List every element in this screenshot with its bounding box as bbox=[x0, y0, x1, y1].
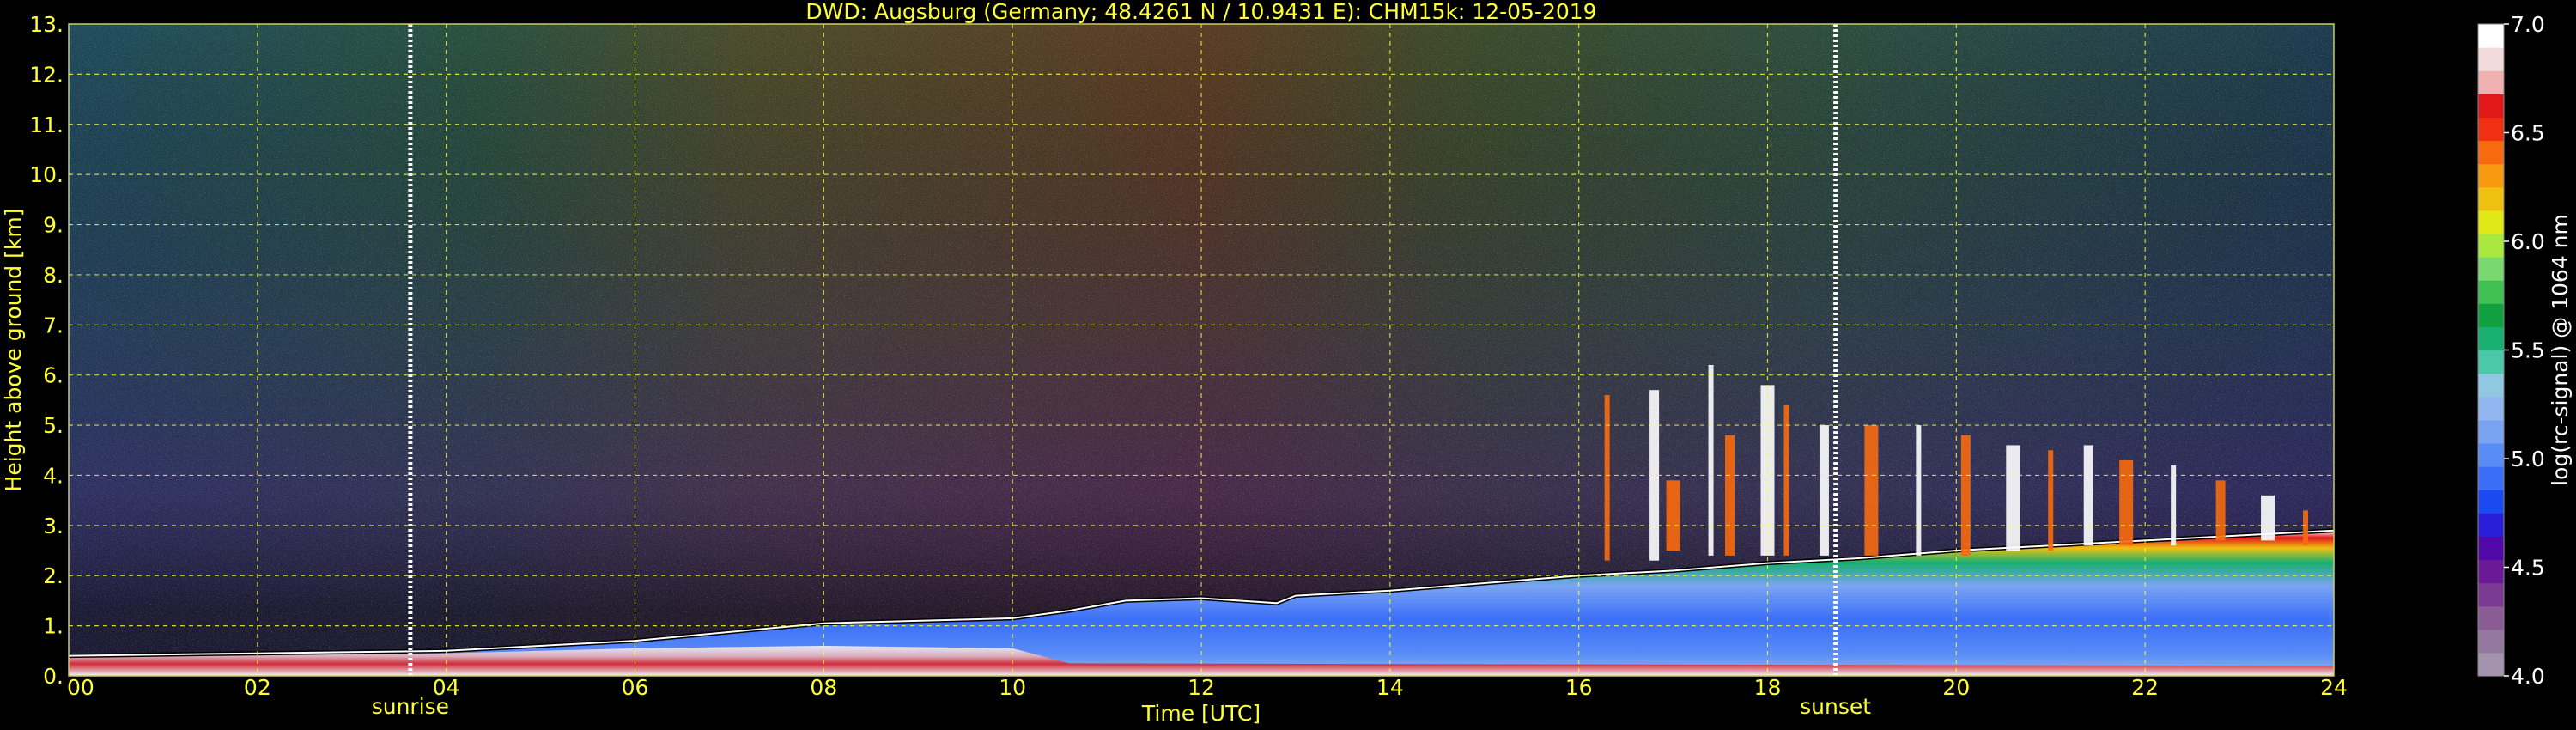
x-tick-label: 02 bbox=[244, 675, 271, 700]
cloud-streak bbox=[1916, 425, 1922, 556]
colorbar-swatch bbox=[2478, 326, 2504, 351]
y-tick-label: 0. bbox=[43, 664, 64, 689]
colorbar-swatch bbox=[2478, 233, 2504, 258]
x-tick-label: 00 bbox=[67, 675, 94, 700]
colorbar-ticks: 4.0 4.5 5.0 5.5 6.0 6.5 7.0 bbox=[2504, 12, 2545, 689]
cloud-streak bbox=[2171, 465, 2177, 546]
colorbar-swatch bbox=[2478, 629, 2504, 654]
colorbar-tick-label: 5.5 bbox=[2511, 338, 2545, 363]
x-tick-label: 20 bbox=[1942, 675, 1970, 700]
y-tick-label: 5. bbox=[43, 413, 64, 438]
chart-title: DWD: Augsburg (Germany; 48.4261 N / 10.9… bbox=[805, 0, 1596, 24]
cloud-streak bbox=[1604, 395, 1610, 561]
colorbar-tick-label: 4.0 bbox=[2511, 664, 2545, 689]
colorbar-tick-label: 6.5 bbox=[2511, 121, 2545, 146]
y-tick-label: 4. bbox=[43, 463, 64, 488]
y-tick-label: 13. bbox=[29, 12, 64, 37]
sun-event-labels: sunrise sunset bbox=[372, 694, 1872, 719]
colorbar-swatch bbox=[2478, 280, 2504, 304]
event-label: sunrise bbox=[372, 694, 449, 719]
event-label: sunset bbox=[1800, 694, 1871, 719]
cloud-streak bbox=[2215, 480, 2226, 541]
colorbar-label: log(rc-signal) @ 1064 nm bbox=[2548, 214, 2573, 486]
cloud-streak bbox=[1783, 405, 1789, 556]
cloud-streak bbox=[2119, 459, 2134, 546]
colorbar-swatch bbox=[2478, 70, 2504, 94]
colorbar-swatch bbox=[2478, 257, 2504, 281]
colorbar-swatch bbox=[2478, 47, 2504, 71]
y-tick-label: 3. bbox=[43, 514, 64, 538]
cloud-streak bbox=[1864, 425, 1879, 556]
colorbar-swatch bbox=[2478, 442, 2504, 467]
x-tick-label: 14 bbox=[1376, 675, 1404, 700]
colorbar-tick-label: 6.0 bbox=[2511, 229, 2545, 254]
x-tick-label: 08 bbox=[810, 675, 837, 700]
colorbar-swatch bbox=[2478, 350, 2504, 374]
colorbar-swatch bbox=[2478, 163, 2504, 188]
colorbar-swatch bbox=[2478, 490, 2504, 514]
colorbar-swatch bbox=[2478, 24, 2504, 48]
colorbar-swatch bbox=[2478, 652, 2504, 677]
cloud-streak bbox=[1960, 435, 1971, 556]
x-tick-label: 12 bbox=[1188, 675, 1215, 700]
colorbar-swatch bbox=[2478, 303, 2504, 327]
y-tick-label: 9. bbox=[43, 213, 64, 238]
cloud-streak bbox=[1666, 480, 1680, 551]
colorbar-swatch bbox=[2478, 373, 2504, 398]
colorbar-tick-label: 4.5 bbox=[2511, 556, 2545, 581]
y-tick-label: 8. bbox=[43, 263, 64, 288]
colorbar-swatch bbox=[2478, 513, 2504, 537]
y-tick-label: 1. bbox=[43, 614, 64, 639]
colorbar-swatch bbox=[2478, 582, 2504, 607]
y-axis-label: Height above ground [km] bbox=[1, 209, 26, 492]
colorbar-swatch bbox=[2478, 419, 2504, 444]
cloud-streak bbox=[2261, 495, 2275, 541]
x-tick-label: 18 bbox=[1754, 675, 1782, 700]
y-tick-label: 7. bbox=[43, 313, 64, 338]
colorbar-swatch bbox=[2478, 559, 2504, 584]
cloud-streak bbox=[2006, 445, 2020, 551]
y-tick-label: 2. bbox=[43, 563, 64, 588]
x-tick-label: 24 bbox=[2320, 675, 2348, 700]
x-tick-label: 06 bbox=[622, 675, 649, 700]
colorbar-swatch bbox=[2478, 210, 2504, 234]
cloud-streak bbox=[1819, 425, 1829, 556]
colorbar-swatch bbox=[2478, 186, 2504, 211]
x-axis-label: Time [UTC] bbox=[1141, 701, 1261, 726]
cloud-streak bbox=[2083, 445, 2093, 546]
colorbar bbox=[2477, 23, 2505, 677]
y-tick-label: 12. bbox=[29, 62, 64, 87]
backscatter-chart: DWD: Augsburg (Germany; 48.4261 N / 10.9… bbox=[1, 0, 2573, 726]
cloud-streak bbox=[1725, 435, 1735, 556]
y-tick-label: 11. bbox=[29, 113, 64, 137]
colorbar-tick-label: 5.0 bbox=[2511, 447, 2545, 471]
x-tick-label: 22 bbox=[2131, 675, 2159, 700]
cloud-streak bbox=[1708, 365, 1714, 556]
plot-area bbox=[69, 24, 2334, 676]
colorbar-swatch bbox=[2478, 466, 2504, 490]
cloud-streak bbox=[2303, 510, 2309, 546]
cloud-streak bbox=[2048, 450, 2054, 551]
y-axis-ticks: 0. 1. 2. 3. 4. 5. 6. 7. 8. 9. 10. 11. 12. 13. bbox=[29, 12, 64, 689]
colorbar-swatch bbox=[2478, 396, 2504, 421]
y-tick-label: 10. bbox=[29, 162, 64, 187]
colorbar-swatch bbox=[2478, 605, 2504, 630]
x-tick-label: 16 bbox=[1565, 675, 1593, 700]
ceilometer-figure: DWD: Augsburg (Germany; 48.4261 N / 10.9… bbox=[0, 0, 2576, 730]
x-tick-label: 10 bbox=[999, 675, 1026, 700]
y-tick-label: 6. bbox=[43, 363, 64, 388]
colorbar-swatch bbox=[2478, 140, 2504, 165]
colorbar-tick-label: 7.0 bbox=[2511, 12, 2545, 37]
colorbar-swatch bbox=[2478, 94, 2504, 119]
colorbar-swatch bbox=[2478, 117, 2504, 142]
colorbar-swatch bbox=[2478, 536, 2504, 561]
